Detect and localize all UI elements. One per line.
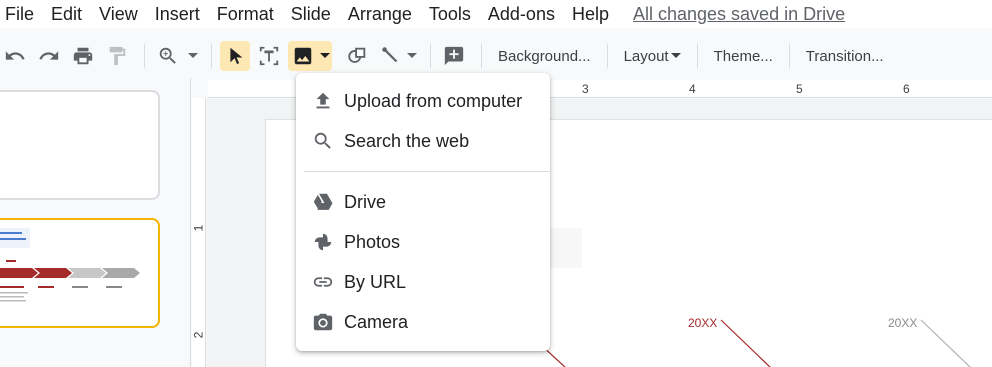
ruler-number: 1 <box>191 224 206 232</box>
drive-icon <box>312 191 334 213</box>
menu-item-label: Camera <box>344 311 409 332</box>
toolbar-divider <box>144 44 145 68</box>
toolbar-divider <box>696 44 698 68</box>
shape-icon <box>348 47 366 63</box>
shape-button[interactable] <box>342 41 372 71</box>
zoom-icon <box>159 47 176 64</box>
search-icon <box>312 130 334 152</box>
line-dropdown[interactable] <box>406 41 418 71</box>
timeline-year-label[interactable]: 20XX <box>888 316 917 330</box>
toolbar-divider <box>430 44 431 68</box>
textbox-icon <box>259 46 279 66</box>
zoom-button[interactable] <box>153 41 183 71</box>
background-button[interactable]: Background... <box>490 41 599 71</box>
menu-view[interactable]: View <box>94 2 138 26</box>
upload-icon <box>312 90 334 112</box>
chevron-down-icon <box>188 53 198 58</box>
ruler-number: 6 <box>903 82 910 96</box>
chevron-down-icon <box>670 53 681 58</box>
toolbar-divider <box>606 44 608 68</box>
chevron-down-icon <box>407 53 417 58</box>
comment-add-icon <box>444 46 464 66</box>
ruler-number: 5 <box>796 82 803 96</box>
layout-button[interactable]: Layout <box>616 41 671 71</box>
search-the-web-item[interactable]: Search the web <box>296 121 550 161</box>
paint-format-button[interactable] <box>102 41 132 71</box>
ruler-number: 3 <box>582 82 589 96</box>
select-button[interactable] <box>220 41 250 71</box>
print-icon <box>73 47 93 65</box>
undo-button[interactable] <box>0 41 30 71</box>
add-comment-button[interactable] <box>439 41 469 71</box>
print-button[interactable] <box>68 41 98 71</box>
toolbar: Background... Layout Theme... Transition… <box>0 38 992 74</box>
drive-item[interactable]: Drive <box>296 182 550 222</box>
photos-icon <box>312 231 334 253</box>
slide-filmstrip <box>0 78 190 367</box>
link-icon <box>312 271 334 293</box>
save-status-link[interactable]: All changes saved in Drive <box>633 4 845 25</box>
menu-addons[interactable]: Add-ons <box>483 2 555 26</box>
timeline-year-label[interactable]: 20XX <box>688 316 717 330</box>
insert-image-menu: Upload from computer Search the web Driv… <box>296 73 550 351</box>
slide-thumbnail-selected[interactable] <box>0 218 160 328</box>
menu-bar: File Edit View Insert Format Slide Arran… <box>0 0 992 28</box>
transition-button[interactable]: Transition... <box>798 41 892 71</box>
undo-icon <box>5 51 25 60</box>
thumbnail-preview <box>0 228 140 302</box>
redo-button[interactable] <box>34 41 64 71</box>
toolbar-divider <box>481 44 482 68</box>
menu-tools[interactable]: Tools <box>424 2 471 26</box>
upload-from-computer-item[interactable]: Upload from computer <box>296 81 550 121</box>
paint-format-icon <box>109 46 126 66</box>
ruler-number: 2 <box>191 331 206 339</box>
menu-slide[interactable]: Slide <box>286 2 331 26</box>
menu-item-label: Drive <box>344 191 387 212</box>
menu-divider <box>304 171 550 172</box>
menu-item-label: Search the web <box>344 130 470 151</box>
menu-item-label: By URL <box>344 271 407 292</box>
zoom-dropdown[interactable] <box>187 41 199 71</box>
insert-image-dropdown[interactable] <box>318 41 332 71</box>
theme-button[interactable]: Theme... <box>706 41 781 71</box>
redo-icon <box>39 51 59 60</box>
select-icon <box>230 47 243 65</box>
menu-arrange[interactable]: Arrange <box>343 2 412 26</box>
toolbar-divider <box>211 44 212 68</box>
slides-app: File Edit View Insert Format Slide Arran… <box>0 0 992 367</box>
photos-item[interactable]: Photos <box>296 222 550 262</box>
camera-icon <box>312 311 334 333</box>
line-button[interactable] <box>376 41 406 71</box>
insert-image-button[interactable] <box>288 41 318 71</box>
menu-insert[interactable]: Insert <box>150 2 200 26</box>
ruler-number: 4 <box>689 82 696 96</box>
menu-item-label: Upload from computer <box>344 90 523 111</box>
menu-file[interactable]: File <box>0 2 34 26</box>
chevron-down-icon <box>320 53 330 58</box>
textbox-button[interactable] <box>254 41 284 71</box>
filmstrip-divider[interactable] <box>190 78 191 367</box>
menu-item-label: Photos <box>344 231 401 252</box>
image-icon <box>294 47 312 65</box>
vertical-ruler[interactable]: 1 2 <box>191 98 206 367</box>
slide-thumbnail[interactable] <box>0 90 160 200</box>
menu-format[interactable]: Format <box>212 2 274 26</box>
menu-edit[interactable]: Edit <box>46 2 82 26</box>
camera-item[interactable]: Camera <box>296 302 550 342</box>
by-url-item[interactable]: By URL <box>296 262 550 302</box>
line-icon <box>382 47 398 63</box>
toolbar-divider <box>788 44 790 68</box>
menu-help[interactable]: Help <box>567 2 609 26</box>
